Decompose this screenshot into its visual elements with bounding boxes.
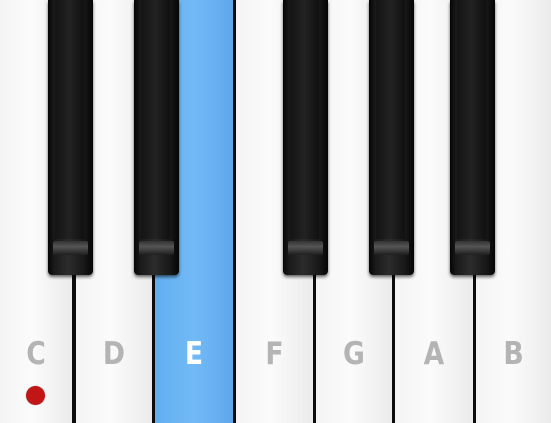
key-label-b: B [503, 336, 524, 372]
black-key-face [290, 0, 319, 239]
black-key-bevel [53, 241, 88, 255]
black-key-bevel [288, 241, 323, 255]
key-label-c: C [26, 336, 46, 372]
root-marker-dot [26, 386, 45, 405]
key-label-e: E [184, 336, 204, 372]
black-key-c-sharp[interactable] [48, 0, 93, 275]
black-key-face [457, 0, 486, 239]
key-label-d: D [102, 336, 126, 372]
black-key-g-sharp[interactable] [369, 0, 414, 275]
piano-keyboard: C D E F G A B [0, 0, 551, 423]
key-label-f: F [265, 336, 284, 372]
black-key-bevel [139, 241, 174, 255]
black-key-face [141, 0, 170, 239]
black-key-face [55, 0, 84, 239]
black-key-face [376, 0, 405, 239]
black-key-bevel [455, 241, 490, 255]
black-key-f-sharp[interactable] [283, 0, 328, 275]
black-key-bevel [374, 241, 409, 255]
key-label-g: G [343, 336, 365, 372]
key-label-a: A [423, 336, 445, 372]
black-key-a-sharp[interactable] [450, 0, 495, 275]
black-key-d-sharp[interactable] [134, 0, 179, 275]
